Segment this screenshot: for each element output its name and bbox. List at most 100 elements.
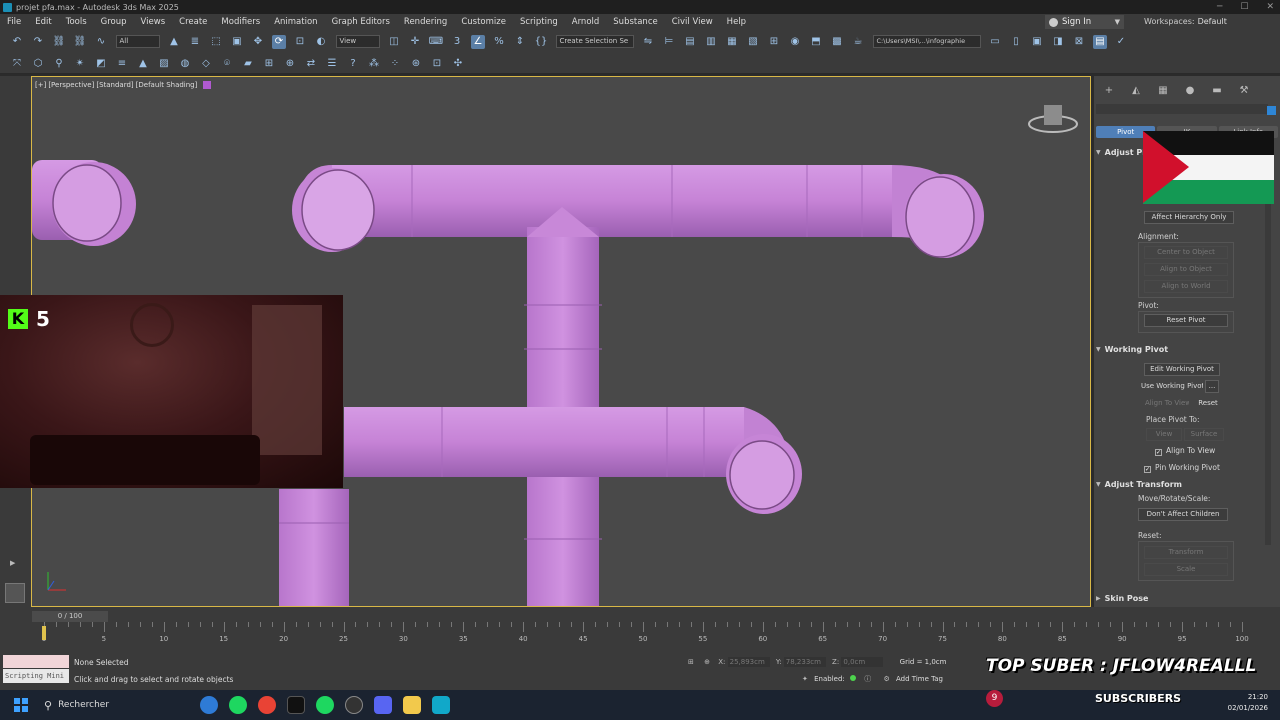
box-icon[interactable]: ◩ xyxy=(94,56,108,70)
target-icon[interactable]: ⊛ xyxy=(409,56,423,70)
help-icon[interactable]: ? xyxy=(346,56,360,70)
menu-edit[interactable]: Edit xyxy=(28,14,58,30)
create-tab-icon[interactable]: + xyxy=(1102,83,1116,97)
menu-file[interactable]: File xyxy=(0,14,28,30)
sign-in-button[interactable]: Sign In ▼ xyxy=(1045,15,1124,29)
place-pivot-view-button[interactable]: View xyxy=(1146,428,1182,441)
object-name-field[interactable] xyxy=(1096,104,1268,114)
scale-icon[interactable]: ⊡ xyxy=(293,35,307,49)
adjust-transform-header[interactable]: ▼ Adjust Transform xyxy=(1096,478,1266,490)
layer-list-icon[interactable]: ≡ xyxy=(115,56,129,70)
angle-snap-icon[interactable]: ∠ xyxy=(471,34,485,49)
track-bar[interactable]: 0510152025303540455055606570758085909510… xyxy=(42,622,1249,644)
keyboard-shortcut-icon[interactable]: ⌨ xyxy=(429,35,443,49)
object-color-swatch[interactable] xyxy=(1267,106,1276,115)
maximize-icon[interactable]: ☐ xyxy=(1240,2,1248,12)
undo-icon[interactable]: ↶ xyxy=(10,35,24,49)
environment-icon[interactable]: ◇ xyxy=(199,56,213,70)
percent-snap-icon[interactable]: % xyxy=(492,35,506,49)
reset-transform-button[interactable]: Transform xyxy=(1144,546,1228,559)
discord-icon[interactable] xyxy=(373,696,392,714)
material-editor-icon[interactable]: ◉ xyxy=(788,35,802,49)
menu-scripting[interactable]: Scripting xyxy=(513,14,565,30)
render-frame-icon[interactable]: ▩ xyxy=(830,35,844,49)
menu-substance[interactable]: Substance xyxy=(606,14,664,30)
manage-layers-icon[interactable]: ▤ xyxy=(1093,34,1107,49)
affect-hierarchy-only-button[interactable]: Affect Hierarchy Only xyxy=(1144,211,1234,224)
time-tag-icon[interactable]: ⚙ xyxy=(883,675,889,683)
y-coordinate-field[interactable]: 78,233cm xyxy=(783,657,826,667)
render-production-icon[interactable]: ☕ xyxy=(851,35,865,49)
select-manipulate-icon[interactable]: ✛ xyxy=(408,35,422,49)
named-selection-dropdown[interactable]: Create Selection Se xyxy=(555,35,634,48)
align-to-world-button[interactable]: Align to World xyxy=(1144,280,1228,293)
reset-working-pivot-button[interactable]: Reset xyxy=(1192,397,1224,410)
material-icon[interactable]: ◍ xyxy=(178,56,192,70)
enabled-indicator-icon[interactable] xyxy=(850,675,856,681)
arrows-icon[interactable]: ⇄ xyxy=(304,56,318,70)
display-tab-icon[interactable]: ▬ xyxy=(1210,83,1224,97)
menu-graph-editors[interactable]: Graph Editors xyxy=(325,14,397,30)
spotify-active-icon[interactable] xyxy=(315,696,334,714)
time-slider[interactable]: 0 / 100 xyxy=(32,611,108,622)
pipe-top-horizontal[interactable] xyxy=(292,165,984,258)
check-icon[interactable]: ✓ xyxy=(1114,35,1128,49)
spotify-icon[interactable] xyxy=(228,696,247,714)
menu-customize[interactable]: Customize xyxy=(454,14,513,30)
reset-scale-button[interactable]: Scale xyxy=(1144,563,1228,576)
place-pivot-surface-button[interactable]: Surface xyxy=(1184,428,1224,441)
x-coordinate-field[interactable]: 25,893cm xyxy=(727,657,770,667)
project-folder-icon[interactable]: ▭ xyxy=(988,35,1002,49)
edge-icon[interactable] xyxy=(199,696,218,714)
use-working-pivot-button[interactable]: Use Working Pivot xyxy=(1140,380,1204,393)
motion-tab-icon[interactable]: ● xyxy=(1183,83,1197,97)
menu-tools[interactable]: Tools xyxy=(59,14,94,30)
hierarchy-icon[interactable]: ⁂ xyxy=(367,56,381,70)
maxscript-listener-top[interactable] xyxy=(3,655,69,668)
pipe-lower-left[interactable] xyxy=(279,489,349,607)
system-clock[interactable]: 21:20 02/01/2026 xyxy=(1228,692,1268,714)
transform-toolbox-icon[interactable]: ⊠ xyxy=(1072,35,1086,49)
redo-icon[interactable]: ↷ xyxy=(31,35,45,49)
expand-arrow-icon[interactable]: ▶ xyxy=(10,559,15,567)
center-to-object-button[interactable]: Center to Object xyxy=(1144,246,1228,259)
add-time-tag[interactable]: Add Time Tag xyxy=(896,675,943,683)
skin-pose-header[interactable]: ▶ Skin Pose xyxy=(1096,592,1266,604)
menu-modifiers[interactable]: Modifiers xyxy=(214,14,267,30)
render-icon[interactable]: ▲ xyxy=(136,56,150,70)
minimize-icon[interactable]: ─ xyxy=(1217,2,1222,12)
spinner-snap-icon[interactable]: ⇕ xyxy=(513,35,527,49)
maxscript-mini-listener[interactable]: Scripting Mini xyxy=(3,669,69,683)
use-working-pivot-more-button[interactable]: ... xyxy=(1205,380,1219,393)
menu-help[interactable]: Help xyxy=(720,14,753,30)
viewcube[interactable] xyxy=(1028,105,1078,133)
menu-arnold[interactable]: Arnold xyxy=(565,14,607,30)
snap-frame-icon[interactable]: ⊡ xyxy=(430,56,444,70)
menu-rendering[interactable]: Rendering xyxy=(397,14,454,30)
isolate-mode-icon[interactable]: ✦ xyxy=(802,675,808,683)
bind-space-warp-icon[interactable]: ∿ xyxy=(94,35,108,49)
texture-icon[interactable]: ▨ xyxy=(157,56,171,70)
extrude-icon[interactable]: ⬡ xyxy=(31,56,45,70)
pivot-center-icon[interactable]: ◫ xyxy=(387,35,401,49)
window-crossing-icon[interactable]: ▣ xyxy=(230,35,244,49)
rotate-icon[interactable]: ⟳ xyxy=(272,34,286,49)
windows-start-icon[interactable] xyxy=(14,698,28,712)
edit-working-pivot-button[interactable]: Edit Working Pivot xyxy=(1144,363,1220,376)
lights-icon[interactable]: ⚲ xyxy=(52,56,66,70)
chrome-icon[interactable] xyxy=(257,696,276,714)
camera-icon[interactable]: ▰ xyxy=(241,56,255,70)
create-geometry-icon[interactable]: ⤧ xyxy=(10,56,24,70)
align-to-view-button[interactable]: Align To View xyxy=(1144,397,1190,410)
toggle-scene-explorer-icon[interactable]: ▤ xyxy=(683,35,697,49)
align-icon[interactable]: ⊨ xyxy=(662,35,676,49)
edit-named-selection-icon[interactable]: {} xyxy=(534,35,548,49)
workspaces-selector[interactable]: Workspaces: Default xyxy=(1144,14,1227,30)
info-icon[interactable]: ⓘ xyxy=(864,675,871,683)
skin-icon[interactable]: ⁘ xyxy=(388,56,402,70)
menu-create[interactable]: Create xyxy=(172,14,214,30)
reference-coordinate-dropdown[interactable]: View xyxy=(335,35,380,48)
command-panel-scrollbar[interactable] xyxy=(1265,145,1271,545)
close-icon[interactable]: ✕ xyxy=(1266,2,1274,12)
layer-explorer-icon[interactable]: ▥ xyxy=(704,35,718,49)
